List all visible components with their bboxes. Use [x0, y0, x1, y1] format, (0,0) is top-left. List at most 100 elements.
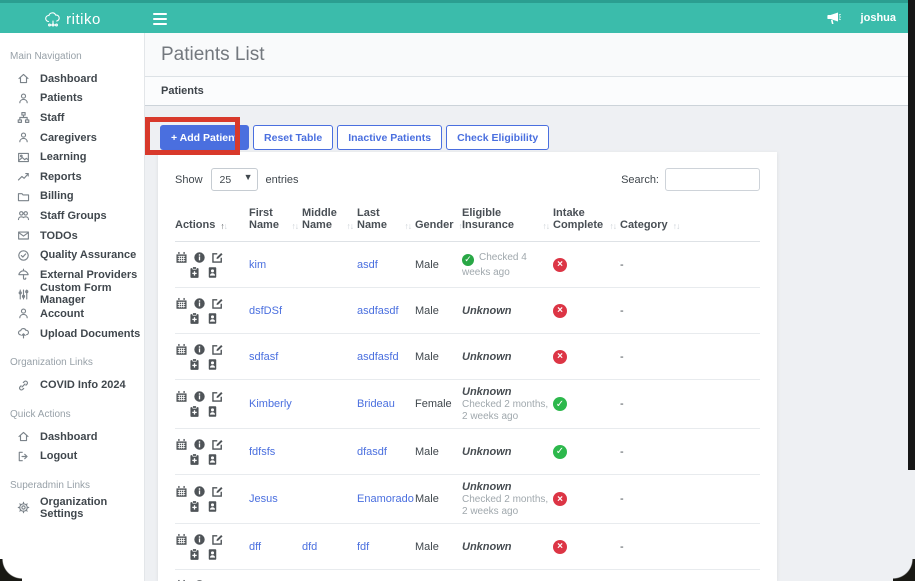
calendar-icon[interactable]	[175, 533, 188, 546]
calendar-icon[interactable]	[175, 485, 188, 498]
chart-icon	[17, 170, 31, 184]
patient-name-link[interactable]: fdf	[357, 541, 369, 553]
check-eligibility-button[interactable]: Check Eligibility	[446, 125, 549, 150]
column-header-category[interactable]: Category↑↓	[620, 203, 690, 242]
contact-card-icon[interactable]	[206, 500, 219, 513]
sidebar-toggle-hamburger-icon[interactable]	[153, 13, 167, 25]
sidebar-item-quality-assurance[interactable]: Quality Assurance	[0, 245, 144, 265]
sidebar-item-caregivers[interactable]: Caregivers	[0, 128, 144, 148]
contact-card-icon[interactable]	[206, 266, 219, 279]
middle-name-cell	[302, 380, 357, 429]
sidebar-item-reports[interactable]: Reports	[0, 167, 144, 187]
sidebar-item-account[interactable]: Account	[0, 304, 144, 324]
edit-icon[interactable]	[211, 533, 224, 546]
patient-name-link[interactable]: kim	[249, 259, 266, 271]
column-header-middle-name[interactable]: Middle Name↑↓	[302, 203, 357, 242]
actions-cell	[175, 288, 249, 334]
calendar-icon[interactable]	[175, 343, 188, 356]
column-header-first-name[interactable]: First Name↑↓	[249, 203, 302, 242]
calendar-icon[interactable]	[175, 297, 188, 310]
search-input[interactable]	[665, 168, 760, 191]
reset-table-button[interactable]: Reset Table	[253, 125, 333, 150]
clipboard-icon[interactable]	[188, 266, 201, 279]
edit-icon[interactable]	[211, 390, 224, 403]
edit-icon[interactable]	[211, 297, 224, 310]
add-patient-button[interactable]: + Add Patient	[160, 125, 249, 150]
patient-name-link[interactable]: Enamorado	[357, 493, 414, 505]
patient-name-link[interactable]: asdfasdf	[357, 305, 399, 317]
column-header-eligible-insurance[interactable]: Eligible Insurance↑↓	[462, 203, 553, 242]
clipboard-icon[interactable]	[188, 312, 201, 325]
announcements-megaphone-icon[interactable]	[827, 12, 841, 24]
sort-arrows-icon[interactable]: ↑↓	[405, 221, 412, 231]
info-icon[interactable]	[193, 438, 206, 451]
page-size-select[interactable]: 25	[211, 168, 258, 191]
first-name-cell: kim	[249, 242, 302, 288]
sort-arrows-icon[interactable]: ↑↓	[673, 221, 680, 231]
patient-name-link[interactable]: Brideau	[357, 398, 395, 410]
sidebar-item-staff-groups[interactable]: Staff Groups	[0, 206, 144, 226]
patient-name-link[interactable]: sdfasf	[249, 351, 278, 363]
patient-name-link[interactable]: Jesus	[249, 493, 278, 505]
edit-icon[interactable]	[211, 251, 224, 264]
screen-corner-bottom-right	[893, 559, 915, 581]
sidebar-item-custom-form-manager[interactable]: Custom Form Manager	[0, 285, 144, 305]
contact-card-icon[interactable]	[206, 405, 219, 418]
sort-arrows-icon[interactable]: ↑↓	[292, 221, 299, 231]
info-icon[interactable]	[193, 343, 206, 356]
clipboard-icon[interactable]	[188, 405, 201, 418]
sort-arrows-icon[interactable]: ↑↓	[220, 221, 227, 231]
clipboard-icon[interactable]	[188, 500, 201, 513]
patient-name-link[interactable]: fdfsfs	[249, 446, 275, 458]
patient-name-link[interactable]: asdf	[357, 259, 378, 271]
clipboard-icon[interactable]	[188, 453, 201, 466]
clipboard-icon[interactable]	[188, 358, 201, 371]
intake-incomplete-x-icon: ×	[553, 540, 567, 554]
contact-card-icon[interactable]	[206, 548, 219, 561]
sidebar-item-dashboard[interactable]: Dashboard	[0, 427, 144, 447]
sort-arrows-icon[interactable]: ↑↓	[543, 221, 550, 231]
contact-card-icon[interactable]	[206, 453, 219, 466]
info-icon[interactable]	[193, 485, 206, 498]
info-icon[interactable]	[193, 390, 206, 403]
clipboard-icon[interactable]	[188, 548, 201, 561]
breadcrumb[interactable]: Patients	[161, 85, 204, 97]
sidebar-item-learning[interactable]: Learning	[0, 147, 144, 167]
sidebar-item-logout[interactable]: Logout	[0, 447, 144, 467]
edit-icon[interactable]	[211, 438, 224, 451]
inactive-patients-button[interactable]: Inactive Patients	[337, 125, 442, 150]
contact-card-icon[interactable]	[206, 358, 219, 371]
calendar-icon[interactable]	[175, 438, 188, 451]
patient-name-link[interactable]: dfasdf	[357, 446, 387, 458]
column-header-actions[interactable]: Actions↑↓	[175, 203, 249, 242]
sidebar-item-organization-settings[interactable]: Organization Settings	[0, 498, 144, 518]
calendar-icon[interactable]	[175, 390, 188, 403]
column-header-last-name[interactable]: Last Name↑↓	[357, 203, 415, 242]
patient-name-link[interactable]: dfd	[302, 541, 317, 553]
edit-icon[interactable]	[211, 485, 224, 498]
contact-card-icon[interactable]	[206, 312, 219, 325]
calendar-icon[interactable]	[175, 251, 188, 264]
patient-name-link[interactable]: dff	[249, 541, 261, 553]
sidebar-item-upload-documents[interactable]: Upload Documents	[0, 324, 144, 344]
sidebar-item-todos[interactable]: TODOs	[0, 226, 144, 246]
edit-icon[interactable]	[211, 343, 224, 356]
table-row: KimberlyBrideauFemaleUnknown Checked 2 m…	[175, 380, 760, 429]
brand-logo[interactable]: ritiko	[0, 6, 145, 33]
sort-arrows-icon[interactable]: ↑↓	[347, 221, 354, 231]
patient-name-link[interactable]: Kimberly	[249, 398, 292, 410]
column-header-intake-complete[interactable]: Intake Complete↑↓	[553, 203, 620, 242]
sidebar-item-dashboard[interactable]: Dashboard	[0, 69, 144, 89]
sidebar-item-covid-info-2024[interactable]: COVID Info 2024	[0, 375, 144, 395]
patient-name-link[interactable]: asdfasfd	[357, 351, 399, 363]
user-menu[interactable]: joshua	[861, 12, 896, 24]
info-icon[interactable]	[193, 251, 206, 264]
patient-name-link[interactable]: dsfDSf	[249, 305, 282, 317]
sidebar-item-billing[interactable]: Billing	[0, 187, 144, 207]
info-icon[interactable]	[193, 533, 206, 546]
sidebar-item-patients[interactable]: Patients	[0, 89, 144, 109]
column-header-gender[interactable]: Gender↑↓	[415, 203, 462, 242]
sidebar-item-staff[interactable]: Staff	[0, 108, 144, 128]
info-icon[interactable]	[193, 297, 206, 310]
sort-arrows-icon[interactable]: ↑↓	[610, 221, 617, 231]
